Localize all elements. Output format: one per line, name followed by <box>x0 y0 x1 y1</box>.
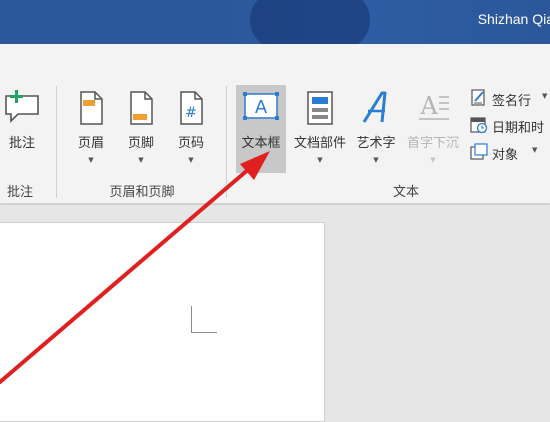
footer-dropdown-icon: ▼ <box>138 156 144 164</box>
text-box-button[interactable]: A 文本框 ▼ <box>236 85 286 173</box>
header-label: 页眉 <box>77 136 104 151</box>
object-dropdown-icon: ▼ <box>532 146 538 154</box>
text-box-dropdown-icon: ▼ <box>258 156 264 164</box>
drop-cap-dropdown-icon: ▼ <box>430 156 436 164</box>
quick-parts-label: 文档部件 <box>293 136 346 151</box>
calendar-clock-icon <box>470 117 488 134</box>
group-divider <box>56 86 57 198</box>
user-name[interactable]: Shizhan Qia <box>478 11 550 27</box>
svg-text:A: A <box>255 97 268 118</box>
margin-corner-mark <box>191 306 217 333</box>
text-box-icon: A <box>243 92 279 120</box>
quick-parts-button[interactable]: 文档部件 ▼ <box>290 86 350 170</box>
page-number-label: 页码 <box>177 136 204 151</box>
page-number-button[interactable]: # 页码 ▼ <box>170 86 212 170</box>
date-time-button[interactable]: 日期和时 <box>470 114 550 136</box>
page-number-icon: # <box>180 91 203 125</box>
title-bar: Shizhan Qia <box>0 0 550 44</box>
wordart-icon <box>362 91 387 123</box>
object-button[interactable]: 对象 ▼ <box>470 141 550 163</box>
signature-line-button[interactable]: 签名行 ▼ <box>470 87 550 109</box>
text-box-label: 文本框 <box>241 136 281 151</box>
svg-text:#: # <box>185 105 197 121</box>
document-area <box>0 205 550 422</box>
drop-cap-button[interactable]: A 首字下沉 ▼ <box>402 86 464 170</box>
footer-label: 页脚 <box>127 136 154 151</box>
drop-cap-icon: A <box>419 92 449 120</box>
new-comment-button[interactable]: 批注 <box>0 86 50 152</box>
signature-line-dropdown-icon: ▼ <box>542 92 548 100</box>
svg-text:A: A <box>419 92 438 120</box>
header-icon <box>80 91 103 125</box>
object-label: 对象 <box>492 148 519 163</box>
text-group-label: 文本 <box>392 185 419 200</box>
wordart-label: 艺术字 <box>356 136 396 151</box>
header-footer-group-label: 页眉和页脚 <box>109 185 175 200</box>
ribbon-insert: 批注 批注 页眉 ▼ 页脚 ▼ # 页码 ▼ 页眉和页脚 A 文本框 ▼ 文档部… <box>0 44 550 204</box>
header-dropdown-icon: ▼ <box>88 156 94 164</box>
header-button[interactable]: 页眉 ▼ <box>70 86 112 170</box>
title-bar-decoration <box>250 0 370 44</box>
footer-icon <box>130 91 153 125</box>
object-icon <box>470 143 488 160</box>
signature-line-icon <box>471 89 485 106</box>
comment-icon <box>5 90 39 123</box>
comment-group-label: 批注 <box>6 185 33 200</box>
footer-button[interactable]: 页脚 ▼ <box>120 86 162 170</box>
signature-line-label: 签名行 <box>492 94 532 109</box>
quick-parts-dropdown-icon: ▼ <box>317 156 323 164</box>
quick-parts-icon <box>307 91 333 125</box>
wordart-button[interactable]: 艺术字 ▼ <box>352 86 400 170</box>
comment-label: 批注 <box>8 136 35 151</box>
wordart-dropdown-icon: ▼ <box>373 156 379 164</box>
drop-cap-label: 首字下沉 <box>406 136 459 151</box>
group-divider <box>226 86 227 198</box>
date-time-label: 日期和时 <box>492 121 545 136</box>
page-number-dropdown-icon: ▼ <box>188 156 194 164</box>
document-page[interactable] <box>0 222 325 422</box>
